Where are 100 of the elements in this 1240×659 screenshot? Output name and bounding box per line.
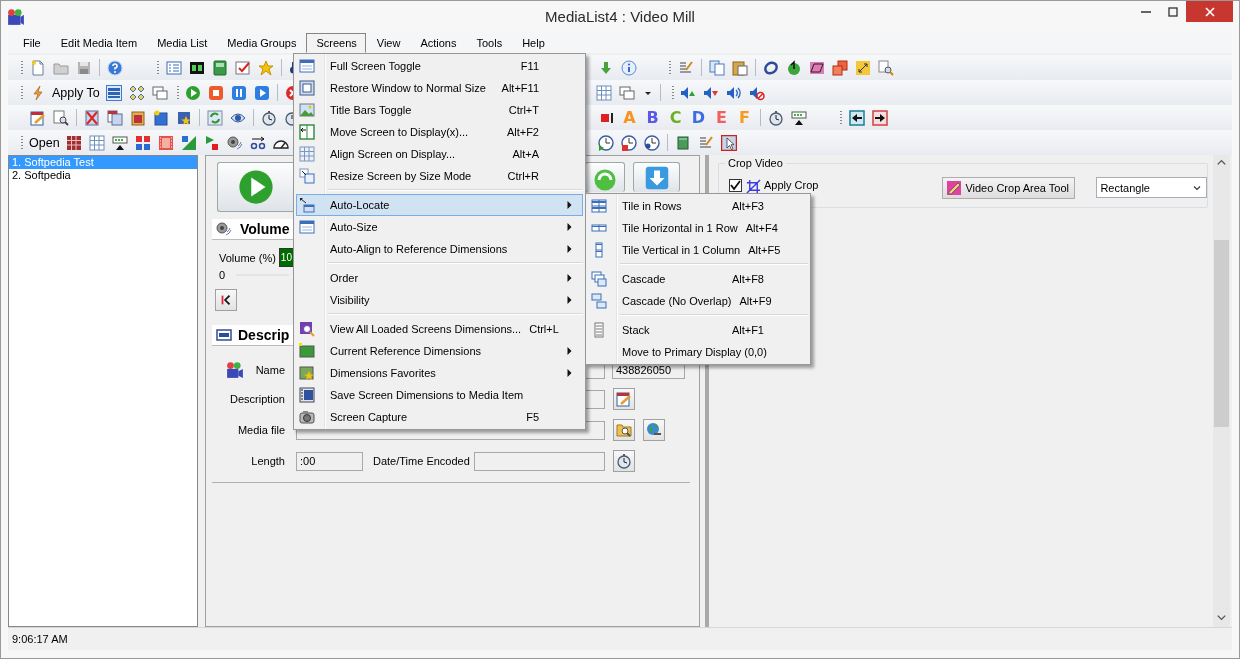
swap-icon[interactable]	[250, 134, 267, 151]
speaker-icon[interactable]	[227, 134, 244, 151]
book-icon[interactable]	[675, 134, 692, 151]
menu-item[interactable]: Move Screen to Display(x)... Alt+F2	[296, 121, 583, 143]
letter-button[interactable]: B	[641, 108, 664, 127]
document-icon[interactable]	[152, 109, 169, 126]
clipboard-icon[interactable]	[731, 59, 748, 76]
info-icon[interactable]	[620, 59, 637, 76]
menu-item[interactable]: Media Groups	[217, 32, 306, 53]
menu-item[interactable]: Resize Screen by Size Mode Ctrl+R	[296, 165, 583, 187]
menu-item[interactable]: Stack Alt+F1	[588, 319, 808, 341]
menu-item[interactable]: Actions	[410, 32, 466, 53]
scroll-thumb[interactable]	[1214, 240, 1229, 427]
menu-item[interactable]: Screens	[306, 32, 366, 53]
menu-item[interactable]: Move to Primary Display (0,0)	[588, 341, 808, 363]
checkbox[interactable]	[729, 179, 742, 192]
tiles-icon[interactable]	[129, 84, 146, 101]
menu-item[interactable]: Auto-Size	[296, 216, 583, 238]
monitor-icon[interactable]	[112, 134, 129, 151]
clock-icon[interactable]	[598, 134, 615, 151]
menu-item[interactable]: Title Bars Toggle Ctrl+T	[296, 99, 583, 121]
playlist-entry[interactable]: 2. Softpedia	[9, 169, 197, 182]
play-icon[interactable]	[185, 84, 202, 101]
flag-icon[interactable]	[204, 134, 221, 151]
documents-icon[interactable]	[106, 109, 123, 126]
menu-item[interactable]: Cascade Alt+F8	[588, 268, 808, 290]
menu-item[interactable]: Save Screen Dimensions to Media Item	[296, 384, 583, 406]
document-icon[interactable]	[29, 59, 46, 76]
stop-icon[interactable]	[208, 84, 225, 101]
menu-item[interactable]: Order	[296, 267, 583, 289]
download-button[interactable]	[633, 162, 680, 192]
menu-item[interactable]: Visibility	[296, 289, 583, 311]
menu-item[interactable]: Screen Capture F5	[296, 406, 583, 428]
menu-item[interactable]: Tile Horizontal in 1 Row Alt+F4	[588, 217, 808, 239]
menu-item[interactable]: Current Reference Dimensions	[296, 340, 583, 362]
stopwatch-icon[interactable]	[767, 109, 784, 126]
squares-icon[interactable]	[831, 59, 848, 76]
shape-dropdown[interactable]: Rectangle	[1096, 177, 1207, 198]
skip-start-button[interactable]	[215, 289, 237, 311]
date-field[interactable]	[473, 451, 605, 471]
menu-item[interactable]: File	[13, 32, 50, 53]
menu-item[interactable]: Align Screen on Display... Alt+A	[296, 143, 583, 165]
menu-item[interactable]: Auto-Locate	[296, 194, 583, 216]
menu-item[interactable]: View All Loaded Screens Dimensions... Ctrl+L	[296, 318, 583, 340]
delete-icon[interactable]	[83, 109, 100, 126]
display-icon[interactable]	[188, 59, 205, 76]
windows-icon[interactable]	[152, 84, 169, 101]
windows-icon[interactable]	[619, 84, 636, 101]
panel-icon[interactable]	[211, 59, 228, 76]
edit-button[interactable]	[613, 388, 635, 410]
menu-item[interactable]: Auto-Align to Reference Dimensions	[296, 238, 583, 260]
close-button[interactable]	[1186, 1, 1233, 22]
grid-icon[interactable]	[66, 134, 83, 151]
favorite-icon[interactable]	[175, 109, 192, 126]
monitor-icon[interactable]	[790, 109, 807, 126]
menu-item[interactable]: Tools	[466, 32, 512, 53]
browse-button[interactable]	[613, 419, 635, 441]
clipboard-icon[interactable]	[129, 109, 146, 126]
timer-button[interactable]	[612, 450, 635, 472]
grid-icon[interactable]	[89, 134, 106, 151]
menu-item[interactable]: Media List	[147, 32, 217, 53]
parallelogram-icon[interactable]	[808, 59, 825, 76]
menu-item[interactable]: Help	[512, 32, 554, 53]
pause-icon[interactable]	[231, 84, 248, 101]
star-icon[interactable]	[257, 59, 274, 76]
notes-icon[interactable]	[677, 59, 694, 76]
resize-icon[interactable]	[854, 59, 871, 76]
menu-item[interactable]: Dimensions Favorites	[296, 362, 583, 384]
notes-icon[interactable]	[698, 134, 715, 151]
preview-icon[interactable]	[52, 109, 69, 126]
apply-to-button[interactable]: Apply To	[49, 85, 103, 100]
play-button[interactable]	[217, 162, 293, 212]
magnifier-icon[interactable]	[877, 59, 894, 76]
volume-field[interactable]: 10	[278, 248, 294, 267]
triangle-icon[interactable]	[181, 134, 198, 151]
menu-item[interactable]: Edit Media Item	[50, 32, 147, 53]
grid-icon[interactable]	[596, 84, 613, 101]
tiles-icon[interactable]	[135, 134, 152, 151]
length-field[interactable]: :00	[296, 451, 363, 471]
next-icon[interactable]	[254, 84, 271, 101]
copy-icon[interactable]	[708, 59, 725, 76]
cursor-icon[interactable]	[721, 134, 738, 151]
letter-button[interactable]: D	[687, 108, 710, 127]
menu-item[interactable]: View	[366, 32, 410, 53]
link-button[interactable]	[643, 419, 665, 441]
edit-icon[interactable]	[29, 109, 46, 126]
menu-item[interactable]: Tile in Rows Alt+F3	[588, 195, 808, 217]
checklist-icon[interactable]	[234, 59, 251, 76]
open-button[interactable]: Open	[26, 135, 63, 150]
stopwatch-icon[interactable]	[260, 109, 277, 126]
menu-item[interactable]: Tile Vertical in 1 Column Alt+F5	[588, 239, 808, 261]
film-icon[interactable]	[158, 134, 175, 151]
menu-item[interactable]: Cascade (No Overlap) Alt+F9	[588, 290, 808, 312]
clock-icon[interactable]	[644, 134, 661, 151]
crop-tool-button[interactable]: Video Crop Area Tool	[942, 177, 1076, 199]
ring-icon[interactable]	[762, 59, 779, 76]
help-icon[interactable]	[106, 59, 123, 76]
rows-icon[interactable]	[106, 84, 123, 101]
clock-icon[interactable]	[621, 134, 638, 151]
menu-item[interactable]: Restore Window to Normal Size Alt+F11	[296, 77, 583, 99]
